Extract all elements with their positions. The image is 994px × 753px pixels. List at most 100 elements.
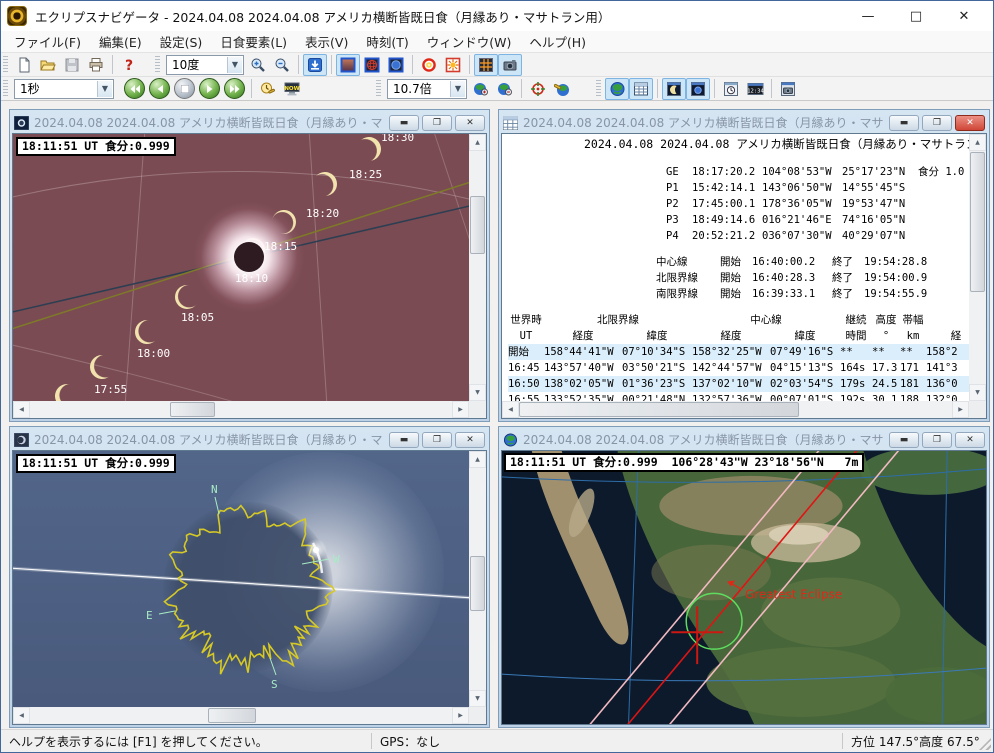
menu-help[interactable]: ヘルプ(H) [520, 30, 595, 53]
step-back-button[interactable] [149, 78, 170, 99]
vertical-scrollbar[interactable]: ▲ ▼ [469, 134, 486, 401]
scrollbar-thumb[interactable] [970, 152, 985, 292]
map-zoom-out-button[interactable] [493, 78, 517, 100]
toolbar-grip[interactable] [596, 80, 601, 98]
window-restore-button[interactable]: ❐ [422, 432, 452, 448]
corona-closeup-view[interactable]: N E S W 18:11:51 UT 食分:0.999 [13, 451, 469, 707]
menu-edit[interactable]: 編集(E) [90, 30, 151, 53]
table-row[interactable]: 16:55133°52'35"W00°21'48"N132°57'36"W00°… [508, 392, 969, 401]
scroll-right-arrow[interactable]: ▶ [952, 401, 969, 418]
window-table-button[interactable] [629, 78, 653, 100]
scroll-right-arrow[interactable]: ▶ [452, 401, 469, 418]
scroll-up-arrow[interactable]: ▲ [469, 134, 486, 151]
window-digital-clock-button[interactable]: 12:34 [743, 78, 767, 100]
camera-button[interactable] [498, 54, 522, 76]
table-window-titlebar[interactable]: 2024.04.08 2024.04.08 アメリカ横断皆既日食（月縁あり・マサ… [501, 112, 987, 133]
table-row[interactable]: 16:45143°57'40"W03°50'21"S142°44'57"W04°… [508, 360, 969, 376]
window-close-button[interactable]: ✕ [955, 115, 985, 131]
title-bar[interactable]: エクリプスナビゲータ - 2024.04.08 2024.04.08 アメリカ横… [1, 1, 993, 31]
scrollbar-thumb[interactable] [170, 402, 215, 417]
view-disc-button[interactable] [384, 54, 408, 76]
window-restore-button[interactable]: ❐ [922, 432, 952, 448]
sky-window-titlebar[interactable]: 2024.04.08 2024.04.08 アメリカ横断皆既日食（月縁あり・マサ… [12, 112, 487, 133]
location-set-button[interactable] [550, 78, 574, 100]
sun-burst-button[interactable] [441, 54, 465, 76]
view-sky-button[interactable] [336, 54, 360, 76]
window-minimize-button[interactable]: ▬ [889, 115, 919, 131]
capture-download-button[interactable] [303, 54, 327, 76]
maximize-button[interactable]: □ [905, 9, 927, 24]
window-close-button[interactable]: ✕ [455, 432, 485, 448]
window-moon-button[interactable] [662, 78, 686, 100]
scroll-left-arrow[interactable]: ◀ [502, 401, 519, 418]
view-globe-wire-button[interactable] [360, 54, 384, 76]
scroll-left-arrow[interactable]: ◀ [13, 401, 30, 418]
open-file-button[interactable] [36, 54, 60, 76]
help-button[interactable]: ? [117, 54, 141, 76]
menu-eclipse-elements[interactable]: 日食要素(L) [211, 30, 296, 53]
window-minimize-button[interactable]: ▬ [389, 432, 419, 448]
scroll-right-arrow[interactable]: ▶ [452, 707, 469, 724]
scrollbar-thumb[interactable] [470, 196, 485, 254]
corona-window-titlebar[interactable]: 2024.04.08 2024.04.08 アメリカ横断皆既日食（月縁あり・マサ… [12, 429, 487, 450]
grid-toggle-button[interactable] [474, 54, 498, 76]
window-restore-button[interactable]: ❐ [422, 115, 452, 131]
map-zoom-in-button[interactable] [469, 78, 493, 100]
toolbar-grip[interactable] [376, 80, 381, 98]
window-sun-button[interactable] [686, 78, 710, 100]
zoom-out-button[interactable] [270, 54, 294, 76]
vertical-scrollbar[interactable]: ▲ ▼ [969, 134, 986, 401]
menu-view[interactable]: 表示(V) [296, 30, 357, 53]
zoom-in-button[interactable] [246, 54, 270, 76]
menu-time[interactable]: 時刻(T) [357, 30, 417, 53]
menu-window[interactable]: ウィンドウ(W) [418, 30, 521, 53]
vertical-scrollbar[interactable]: ▲ ▼ [469, 451, 486, 707]
window-minimize-button[interactable]: ▬ [889, 432, 919, 448]
menu-file[interactable]: ファイル(F) [5, 30, 90, 53]
toolbar-grip[interactable] [3, 56, 8, 74]
play-button[interactable] [199, 78, 220, 99]
window-camera-button[interactable] [776, 78, 800, 100]
new-document-button[interactable] [12, 54, 36, 76]
scroll-down-arrow[interactable]: ▼ [469, 690, 486, 707]
eclipse-path-map[interactable]: Greatest Eclipse 18:11:51 UT 食分:0.999 10… [502, 451, 986, 724]
table-row[interactable]: 開始158°44'41"W07°10'34"S158°32'25"W07°49'… [508, 344, 969, 360]
stop-button[interactable] [174, 78, 195, 99]
time-set-button[interactable] [256, 78, 280, 100]
center-target-button[interactable] [526, 78, 550, 100]
scrollbar-thumb[interactable] [519, 402, 799, 417]
scrollbar-thumb[interactable] [470, 556, 485, 611]
time-now-button[interactable]: NOW [280, 78, 304, 100]
eclipse-data-table[interactable]: 2024.04.08 2024.04.08 アメリカ横断皆既日食（月縁あり・マサ… [502, 134, 969, 401]
magnification-select[interactable]: 10.7倍 ▼ [387, 79, 467, 99]
corona-ring-button[interactable] [417, 54, 441, 76]
horizontal-scrollbar[interactable]: ◀ ▶ [502, 401, 969, 418]
scroll-left-arrow[interactable]: ◀ [13, 707, 30, 724]
step-rewind-button[interactable] [124, 78, 145, 99]
window-map-button[interactable] [605, 78, 629, 100]
scroll-up-arrow[interactable]: ▲ [969, 134, 986, 151]
table-row[interactable]: 16:50138°02'05"W01°36'23"S137°02'10"W02°… [508, 376, 969, 392]
map-window-titlebar[interactable]: 2024.04.08 2024.04.08 アメリカ横断皆既日食（月縁あり・マサ… [501, 429, 987, 450]
step-forward-button[interactable] [224, 78, 245, 99]
horizontal-scrollbar[interactable]: ◀ ▶ [13, 401, 469, 418]
fov-select[interactable]: 10度 ▼ [166, 55, 244, 75]
menu-settings[interactable]: 設定(S) [151, 30, 212, 53]
sky-simulation-view[interactable]: 18:30 18:25 18:20 18:15 18:10 18:05 18:0… [13, 134, 469, 401]
close-button[interactable]: ✕ [953, 9, 975, 24]
scroll-up-arrow[interactable]: ▲ [469, 451, 486, 468]
save-button[interactable] [60, 54, 84, 76]
window-clock-button[interactable] [719, 78, 743, 100]
horizontal-scrollbar[interactable]: ◀ ▶ [13, 707, 469, 724]
scroll-down-arrow[interactable]: ▼ [469, 384, 486, 401]
window-minimize-button[interactable]: ▬ [389, 115, 419, 131]
window-close-button[interactable]: ✕ [955, 432, 985, 448]
toolbar-grip[interactable] [3, 80, 8, 98]
minimize-button[interactable]: — [857, 9, 879, 24]
window-restore-button[interactable]: ❐ [922, 115, 952, 131]
scrollbar-thumb[interactable] [208, 708, 256, 723]
window-close-button[interactable]: ✕ [455, 115, 485, 131]
print-button[interactable] [84, 54, 108, 76]
scroll-down-arrow[interactable]: ▼ [969, 384, 986, 401]
time-step-select[interactable]: 1秒 ▼ [14, 79, 114, 99]
